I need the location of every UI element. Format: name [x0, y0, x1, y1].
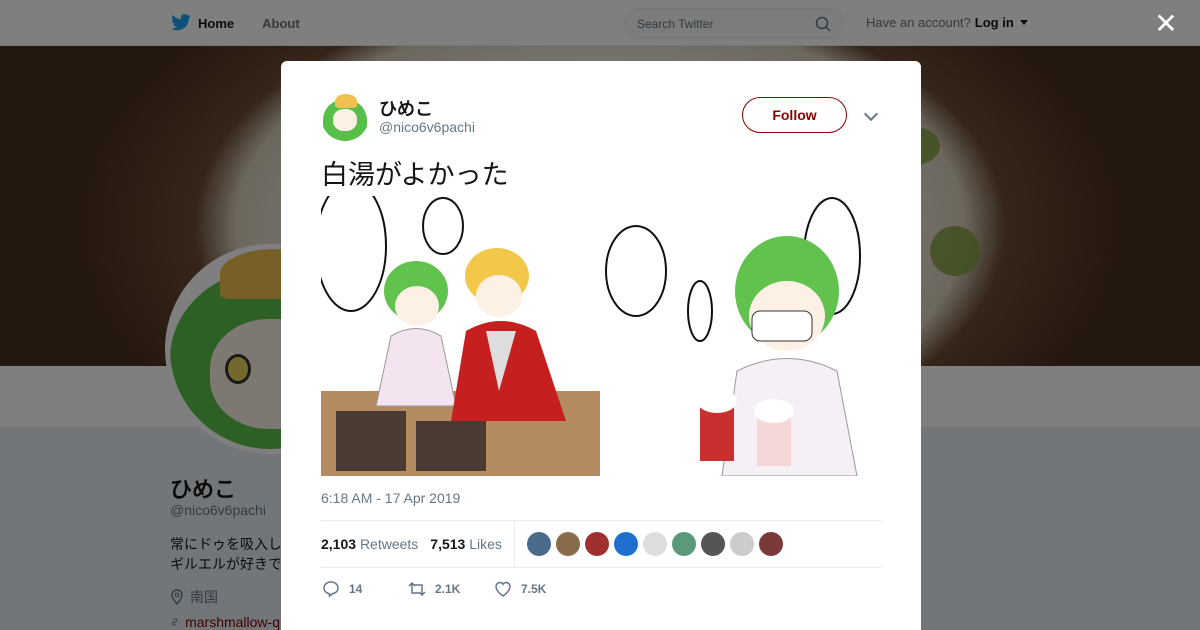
- liker-avatar[interactable]: [729, 532, 754, 556]
- liker-avatar[interactable]: [555, 532, 580, 556]
- tweet-media[interactable]: [321, 196, 881, 476]
- liker-avatar[interactable]: [700, 532, 725, 556]
- tweet-author-handle[interactable]: @nico6v6pachi: [379, 119, 475, 135]
- heart-icon: [495, 581, 511, 597]
- tweet-author-avatar[interactable]: [321, 93, 369, 141]
- media-image-left[interactable]: [321, 196, 600, 476]
- liker-avatar[interactable]: [758, 532, 783, 556]
- tweet-stats: 2,103 Retweets 7,513 Likes: [321, 520, 882, 568]
- like-button[interactable]: 7.5K: [493, 579, 563, 599]
- reply-icon: [323, 581, 339, 598]
- retweet-action-count: 2.1K: [435, 582, 461, 596]
- chevron-down-icon[interactable]: [863, 106, 879, 122]
- retweet-stat[interactable]: 2,103 Retweets: [321, 536, 418, 552]
- like-action-count: 7.5K: [521, 582, 547, 596]
- reply-count: 14: [349, 582, 363, 596]
- liker-avatar[interactable]: [613, 532, 638, 556]
- liker-avatars: [526, 532, 783, 556]
- like-label: Likes: [469, 536, 502, 552]
- tweet-text: 白湯がよかった: [321, 160, 509, 190]
- tweet-author-name[interactable]: ひめこ: [379, 95, 433, 121]
- liker-avatar[interactable]: [526, 532, 551, 556]
- liker-avatar[interactable]: [671, 532, 696, 556]
- retweet-count: 2,103: [321, 536, 357, 552]
- stats-divider: [513, 520, 515, 568]
- like-count: 7,513: [430, 536, 466, 552]
- tweet-timestamp[interactable]: 6:18 AM - 17 Apr 2019: [321, 490, 460, 506]
- retweet-button[interactable]: 2.1K: [407, 579, 477, 599]
- reply-button[interactable]: 14: [321, 579, 391, 599]
- retweet-icon: [408, 581, 426, 597]
- liker-avatar[interactable]: [584, 532, 609, 556]
- like-stat[interactable]: 7,513 Likes: [430, 536, 502, 552]
- tweet-actions: 14 2.1K 7.5K: [321, 579, 563, 599]
- media-image-right[interactable]: [602, 196, 881, 476]
- follow-button[interactable]: Follow: [742, 97, 847, 133]
- tweet-modal: ひめこ @nico6v6pachi Follow 白湯がよかった 6:18 AM…: [281, 61, 921, 630]
- close-icon[interactable]: ✕: [1154, 10, 1178, 38]
- retweet-label: Retweets: [359, 536, 419, 552]
- liker-avatar[interactable]: [642, 532, 667, 556]
